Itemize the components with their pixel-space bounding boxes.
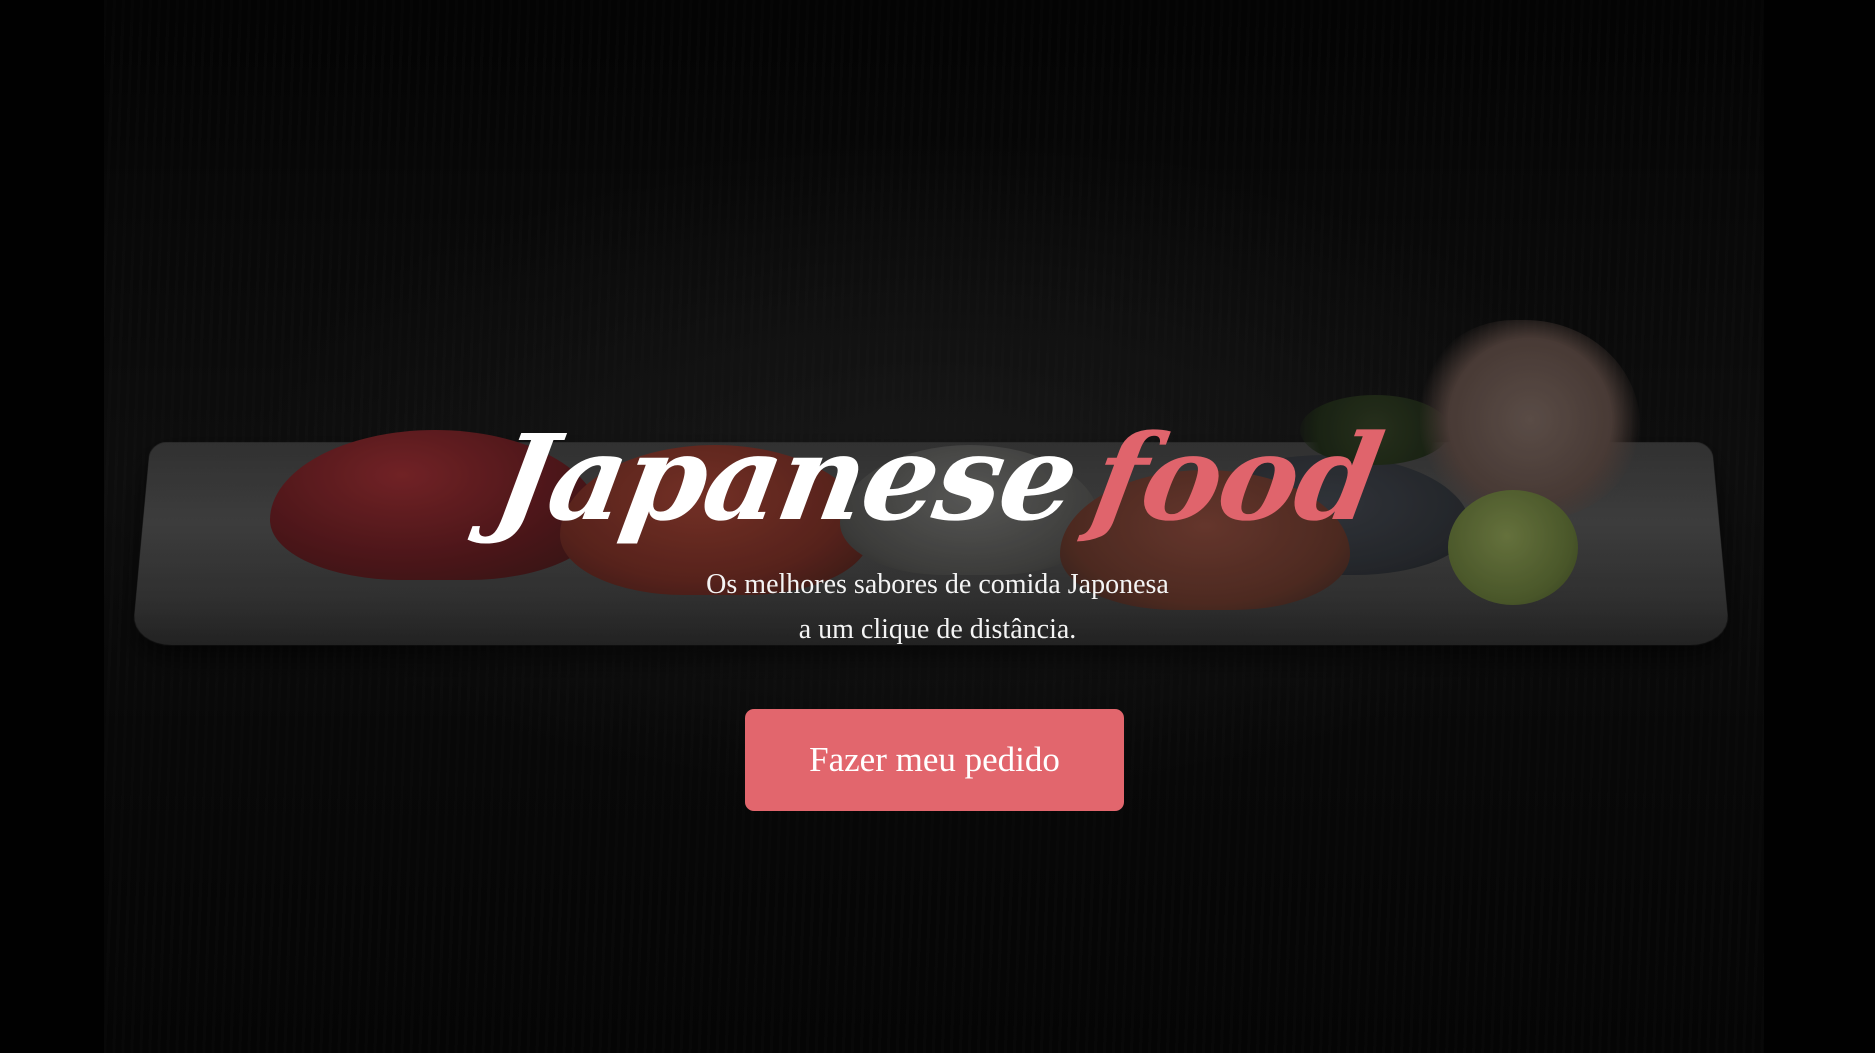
hero-title: Japanesefood [0,408,1875,548]
hero-subtitle-line-2: a um clique de distância. [798,614,1077,645]
hero-title-accent: food [1082,408,1390,548]
hero-subtitle-line-1: Os melhores sabores de comida Japonesa [706,569,1169,600]
hero-content: Japanesefood Os melhores sabores de comi… [0,0,1875,1053]
hero-subtitle: Os melhores sabores de comida Japonesa a… [0,562,1875,652]
hero-title-main: Japanese [485,408,1088,548]
hero-section: Japanesefood Os melhores sabores de comi… [0,0,1875,1053]
order-button[interactable]: Fazer meu pedido [745,709,1124,811]
